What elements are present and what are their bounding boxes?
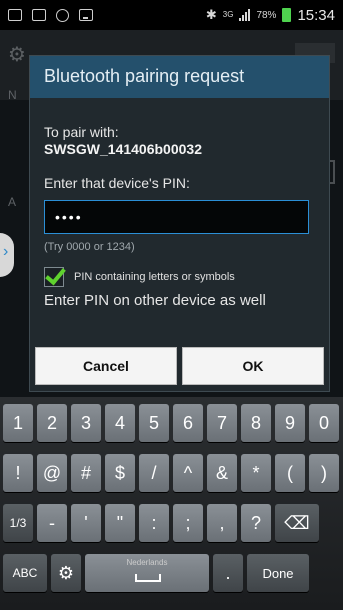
keyboard-row-punctuation: 1/3 - ' " : ; , ? ⌫ <box>3 504 319 542</box>
key-7[interactable]: 7 <box>207 404 237 442</box>
bluetooth-pairing-dialog: Bluetooth pairing request To pair with: … <box>29 55 330 392</box>
key-comma[interactable]: , <box>207 504 237 542</box>
cancel-button[interactable]: Cancel <box>35 347 177 385</box>
background-label: N <box>8 88 17 102</box>
gear-icon: ⚙ <box>8 44 26 66</box>
bluetooth-icon: ✱ <box>205 7 217 22</box>
shopping-bag-icon <box>79 9 93 21</box>
network-type: 3G <box>222 10 234 19</box>
space-key[interactable]: Nederlands <box>85 554 209 592</box>
key-9[interactable]: 9 <box>275 404 305 442</box>
backspace-key[interactable]: ⌫ <box>275 504 319 542</box>
abc-key[interactable]: ABC <box>3 554 47 592</box>
key-colon[interactable]: : <box>139 504 169 542</box>
key-caret[interactable]: ^ <box>173 454 203 492</box>
key-4[interactable]: 4 <box>105 404 135 442</box>
key-asterisk[interactable]: * <box>241 454 271 492</box>
key-question[interactable]: ? <box>241 504 271 542</box>
clock: 15:34 <box>297 6 335 24</box>
settings-notification-icon <box>56 8 69 22</box>
key-dash[interactable]: - <box>37 504 67 542</box>
key-3[interactable]: 3 <box>71 404 101 442</box>
keyboard-row-bottom: ABC ⚙ Nederlands . Done <box>3 554 309 592</box>
key-exclamation[interactable]: ! <box>3 454 33 492</box>
done-key[interactable]: Done <box>247 554 309 592</box>
key-0[interactable]: 0 <box>309 404 339 442</box>
key-slash[interactable]: / <box>139 454 169 492</box>
notification-icons <box>8 8 93 22</box>
gear-icon: ⚙ <box>57 562 75 583</box>
pin-input[interactable]: •••• <box>44 200 309 234</box>
enter-pin-other-device-text: Enter PIN on other device as well <box>44 292 266 309</box>
key-at[interactable]: @ <box>37 454 67 492</box>
enter-pin-label: Enter that device's PIN: <box>44 175 190 191</box>
key-semicolon[interactable]: ; <box>173 504 203 542</box>
key-6[interactable]: 6 <box>173 404 203 442</box>
message-icon <box>8 9 22 21</box>
key-apostrophe[interactable]: ' <box>71 504 101 542</box>
key-quote[interactable]: " <box>105 504 135 542</box>
key-ampersand[interactable]: & <box>207 454 237 492</box>
letters-symbols-label: PIN containing letters or symbols <box>74 271 235 283</box>
keyboard-row-numbers: 1 2 3 4 5 6 7 8 9 0 <box>3 404 339 442</box>
pin-value: •••• <box>55 209 83 225</box>
device-name: SWSGW_141406b00032 <box>44 141 202 157</box>
ok-button[interactable]: OK <box>182 347 324 385</box>
key-1[interactable]: 1 <box>3 404 33 442</box>
symbol-page-key[interactable]: 1/3 <box>3 504 33 542</box>
dialog-title: Bluetooth pairing request <box>30 56 329 98</box>
gallery-icon <box>32 9 46 21</box>
to-pair-label: To pair with: <box>44 124 119 140</box>
key-hash[interactable]: # <box>71 454 101 492</box>
backspace-icon: ⌫ <box>284 512 310 533</box>
keyboard-row-symbols: ! @ # $ / ^ & * ( ) <box>3 454 339 492</box>
dialog-buttons: Cancel OK <box>35 347 324 385</box>
status-bar: ✱ 3G 78% 15:34 <box>0 0 343 30</box>
key-dollar[interactable]: $ <box>105 454 135 492</box>
key-open-paren[interactable]: ( <box>275 454 305 492</box>
letters-symbols-checkbox[interactable] <box>44 267 64 287</box>
space-language-label: Nederlands <box>126 558 168 567</box>
keyboard-settings-key[interactable]: ⚙ <box>51 554 81 592</box>
pin-hint: (Try 0000 or 1234) <box>44 241 135 253</box>
key-2[interactable]: 2 <box>37 404 67 442</box>
battery-percent: 78% <box>256 9 277 21</box>
signal-icon <box>239 9 251 21</box>
period-key[interactable]: . <box>213 554 243 592</box>
on-screen-keyboard: 1 2 3 4 5 6 7 8 9 0 ! @ # $ / ^ & * ( ) … <box>0 397 343 610</box>
battery-icon <box>282 8 292 22</box>
letters-symbols-option[interactable]: PIN containing letters or symbols <box>44 267 315 287</box>
key-close-paren[interactable]: ) <box>309 454 339 492</box>
background-section-label: A <box>8 195 17 209</box>
key-5[interactable]: 5 <box>139 404 169 442</box>
key-8[interactable]: 8 <box>241 404 271 442</box>
